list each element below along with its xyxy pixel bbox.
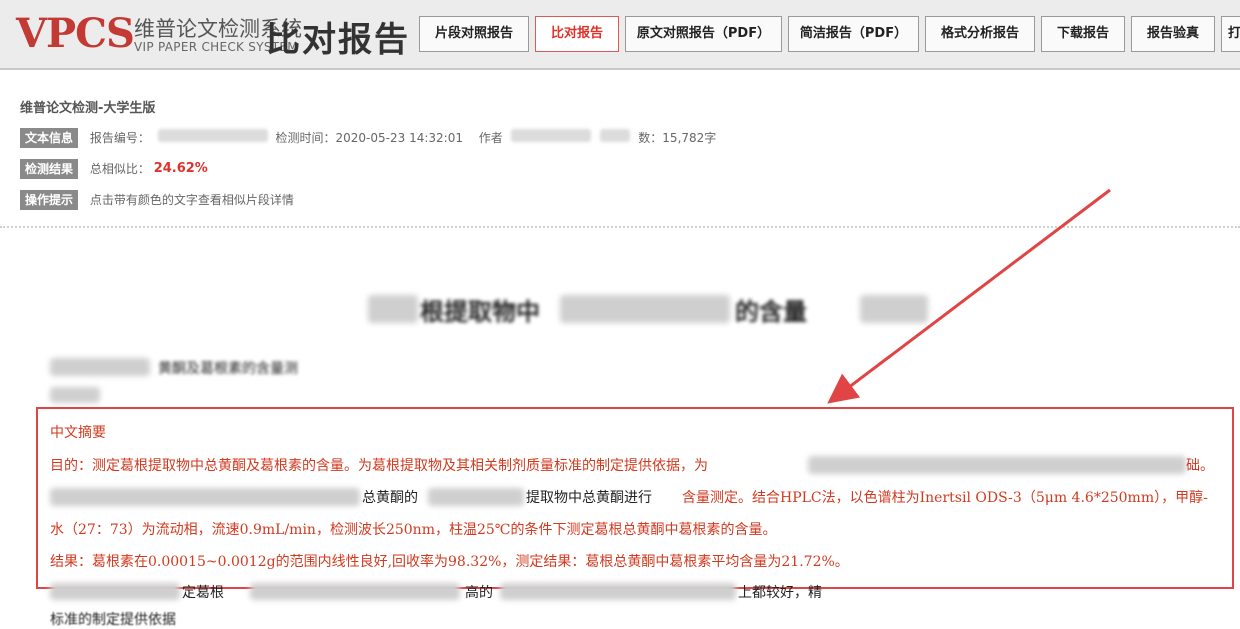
- result-tag: 检测结果: [20, 159, 79, 179]
- nav-fragment-report-button[interactable]: 片段对照报告: [419, 16, 529, 52]
- nav-print-button[interactable]: 打: [1221, 16, 1240, 52]
- author-label: 作者: [478, 131, 503, 145]
- document-title-fragment: 根提取物中: [420, 298, 540, 326]
- redacted-word-label: [600, 129, 631, 142]
- tip-tag: 操作提示: [20, 190, 79, 210]
- top-header: VPCS 维普论文检测系统 VIP PAPER CHECK SYSTEM 比对报…: [0, 0, 1240, 70]
- redacted-line-5-c: [500, 583, 736, 600]
- similarity-value: 24.62%: [153, 161, 208, 176]
- logo-mark: VPCS: [16, 10, 135, 57]
- nav-brief-pdf-button[interactable]: 简洁报告（PDF）: [788, 16, 919, 52]
- text-info-tag: 文本信息: [20, 128, 79, 148]
- line-6-fragment: 标准的制定提供依据: [50, 612, 176, 628]
- nav-format-analysis-button[interactable]: 格式分析报告: [925, 16, 1035, 52]
- redacted-author: [510, 129, 591, 142]
- nav-comparison-report-button[interactable]: 比对报告: [535, 16, 619, 52]
- redacted-subtitle: [50, 358, 150, 376]
- page-title: 比对报告: [266, 20, 410, 60]
- text-info-row: 文本信息 报告编号： 检测时间：2020-05-23 14:32:01 作者 数…: [20, 128, 716, 148]
- document-title-fragment-2: 的含量: [735, 298, 807, 326]
- line-5-fragment-1: 定葛根: [182, 585, 224, 601]
- redacted-line-5-a: [50, 583, 180, 600]
- result-row: 检测结果 总相似比： 24.62%: [20, 159, 208, 179]
- tip-row: 操作提示 点击带有颜色的文字查看相似片段详情: [20, 190, 294, 210]
- similarity-label: 总相似比：: [89, 162, 150, 176]
- line-5-fragment-2: 高的: [465, 585, 493, 601]
- redacted-title-middle: [560, 295, 730, 323]
- edition-label: 维普论文检测-大学生版: [20, 101, 156, 116]
- tip-text: 点击带有颜色的文字查看相似片段详情: [89, 193, 294, 207]
- redacted-report-number: [157, 129, 268, 142]
- nav-verify-button[interactable]: 报告验真: [1131, 16, 1215, 52]
- nav-download-button[interactable]: 下载报告: [1041, 16, 1125, 52]
- subtitle-fragment: 黄酮及葛根素的含量测: [158, 361, 298, 377]
- annotation-highlight-box: [36, 407, 1234, 589]
- redacted-title-end: [860, 295, 928, 323]
- check-time: 检测时间：2020-05-23 14:32:01: [275, 131, 463, 145]
- line-5-fragment-3: 上都较好，精: [738, 585, 822, 601]
- word-count: 数：15,782字: [638, 131, 717, 145]
- report-info-panel: 维普论文检测-大学生版 文本信息 报告编号： 检测时间：2020-05-23 1…: [0, 70, 1240, 228]
- redacted-line-5-b: [250, 583, 460, 600]
- nav-original-pdf-button[interactable]: 原文对照报告（PDF）: [625, 16, 782, 52]
- redacted-title-start: [368, 295, 418, 323]
- report-number-label: 报告编号：: [89, 131, 150, 145]
- redacted-author-line: [50, 387, 100, 403]
